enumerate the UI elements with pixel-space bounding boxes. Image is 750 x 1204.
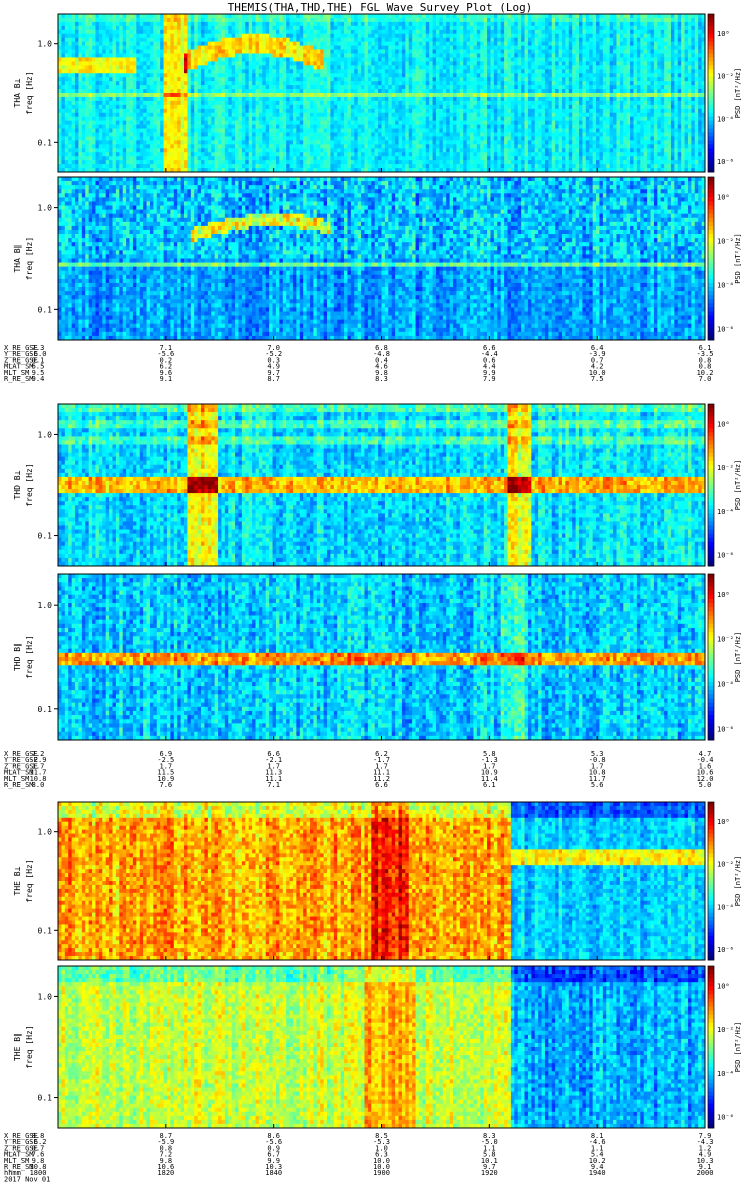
- freq-axis-label: freq [Hz]: [25, 635, 34, 678]
- ephemeris-value: 7.9: [483, 375, 496, 383]
- ephemeris-thd: X_RE_GSEY_RE_GSEZ_RE_GSEMLAT_SMMLT_SMR_R…: [4, 750, 713, 789]
- freq-tick-label: 1.0: [38, 204, 53, 213]
- freq-tick-label: 1.0: [38, 40, 53, 49]
- ephemeris-value: 9.4: [32, 375, 45, 383]
- ephemeris-value: 8.7: [267, 375, 280, 383]
- freq-axis-label: freq [Hz]: [25, 237, 34, 280]
- freq-tick-label: 1.0: [38, 601, 53, 610]
- colorbar-tick-label: 10⁻⁶: [717, 158, 734, 166]
- ephemeris-value: 7.5: [591, 375, 604, 383]
- ephemeris-value: 9.1: [160, 375, 173, 383]
- colorbar-tick-label: 10⁻⁴: [717, 282, 734, 290]
- ephemeris-value: 2000: [697, 1169, 714, 1177]
- spectrogram-panel-thd-par: 1.0 0.1 THD B∥freq [Hz] 10⁰ 10⁻² 10⁻⁴ 10⁻⁶ PSD …: [13, 574, 742, 740]
- ephemeris-value: 6.6: [375, 781, 388, 789]
- freq-tick-label: 0.1: [38, 926, 53, 935]
- colorbar-label: PSD [nT²/Hz]: [734, 68, 742, 119]
- freq-axis-label: freq [Hz]: [25, 71, 34, 114]
- ephemeris-value: 1800: [30, 1169, 47, 1177]
- panel-label: THA B∥: [13, 244, 22, 272]
- colorbar-tick-label: 10⁰: [717, 420, 730, 428]
- freq-tick-label: 0.1: [38, 532, 53, 541]
- freq-tick-label: 1.0: [38, 430, 53, 439]
- ephemeris-value: 5.0: [699, 781, 712, 789]
- ephemeris-value: 1820: [157, 1169, 174, 1177]
- ephemeris-value: 1920: [481, 1169, 498, 1177]
- colorbar-tick-label: 10⁻²: [717, 1026, 734, 1034]
- freq-tick-label: 0.1: [38, 138, 53, 147]
- freq-tick-label: 1.0: [38, 828, 53, 837]
- spectrogram-panel-tha-par: 1.0 0.1 THA B∥freq [Hz] 10⁰ 10⁻² 10⁻⁴ 10⁻⁶ PSD …: [13, 177, 742, 340]
- freq-tick-label: 0.1: [38, 305, 53, 314]
- colorbar-tick-label: 10⁻⁴: [717, 508, 734, 516]
- panel-label: THE B⊥: [13, 866, 22, 895]
- freq-axis-label: freq [Hz]: [25, 859, 34, 902]
- panel-label: THD B∥: [13, 643, 22, 671]
- colorbar-tick-label: 10⁻²: [717, 73, 734, 81]
- freq-axis-label: freq [Hz]: [25, 1025, 34, 1068]
- colorbar: 10⁰ 10⁻² 10⁻⁴ 10⁻⁶ PSD [nT²/Hz]: [708, 177, 742, 340]
- ephemeris-value: 1840: [265, 1169, 282, 1177]
- colorbar-label: PSD [nT²/Hz]: [734, 233, 742, 284]
- wave-survey-figure: THEMIS(THA,THD,THE) FGL Wave Survey Plot…: [0, 0, 750, 1200]
- colorbar-tick-label: 10⁻⁶: [717, 552, 734, 560]
- colorbar-tick-label: 10⁻⁴: [717, 115, 734, 123]
- colorbar-tick-label: 10⁻⁶: [717, 946, 734, 954]
- colorbar: 10⁰ 10⁻² 10⁻⁴ 10⁻⁶ PSD [nT²/Hz]: [708, 14, 742, 172]
- ephemeris-value: 1900: [373, 1169, 390, 1177]
- colorbar-tick-label: 10⁰: [717, 30, 730, 38]
- colorbar-tick-label: 10⁰: [717, 194, 730, 202]
- spectrogram-panel-tha-perp: 1.0 0.1 THA B⊥freq [Hz] 10⁰ 10⁻² 10⁻⁴ 10⁻⁶ PSD …: [13, 14, 742, 172]
- spectrogram-panel-the-par: 1.0 0.1 THE B∥freq [Hz] 10⁰ 10⁻² 10⁻⁴ 10⁻⁶ PSD …: [13, 966, 742, 1128]
- colorbar-tick-label: 10⁻²: [717, 636, 734, 644]
- spectrogram-figure-svg: THEMIS(THA,THD,THE) FGL Wave Survey Plot…: [0, 0, 750, 1200]
- colorbar-tick-label: 10⁰: [717, 818, 730, 826]
- colorbar-tick-label: 10⁻²: [717, 238, 734, 246]
- figure-title: THEMIS(THA,THD,THE) FGL Wave Survey Plot…: [228, 1, 533, 14]
- ephemeris-value: 8.3: [375, 375, 388, 383]
- ephemeris-value: 1940: [589, 1169, 606, 1177]
- ephemeris-the: X_RE_GSEY_RE_GSEZ_RE_GSEMLAT_SMMLT_SMR_R…: [4, 1132, 713, 1183]
- ephemeris-value: 7.1: [267, 781, 280, 789]
- colorbar-tick-label: 10⁻⁴: [717, 1070, 734, 1078]
- ephemeris-value: 5.6: [591, 781, 604, 789]
- colorbar-tick-label: 10⁻⁴: [717, 903, 734, 911]
- colorbar-label: PSD [nT²/Hz]: [734, 632, 742, 683]
- colorbar-label: PSD [nT²/Hz]: [734, 856, 742, 907]
- colorbar: 10⁰ 10⁻² 10⁻⁴ 10⁻⁶ PSD [nT²/Hz]: [708, 802, 742, 960]
- ephemeris-label: R_RE_SM: [4, 375, 34, 383]
- freq-tick-label: 0.1: [38, 1094, 53, 1103]
- colorbar-tick-label: 10⁻²: [717, 861, 734, 869]
- colorbar: 10⁰ 10⁻² 10⁻⁴ 10⁻⁶ PSD [nT²/Hz]: [708, 404, 742, 566]
- colorbar-tick-label: 10⁻²: [717, 464, 734, 472]
- ephemeris-tha: X_RE_GSEY_RE_GSEZ_RE_GSEMLAT_SMMLT_SMR_R…: [4, 344, 713, 383]
- colorbar: 10⁰ 10⁻² 10⁻⁴ 10⁻⁶ PSD [nT²/Hz]: [708, 966, 742, 1128]
- colorbar-tick-label: 10⁰: [717, 982, 730, 990]
- colorbar-label: PSD [nT²/Hz]: [734, 460, 742, 511]
- panel-label: THD B⊥: [13, 470, 22, 499]
- spectrogram-panel-thd-perp: 1.0 0.1 THD B⊥freq [Hz] 10⁰ 10⁻² 10⁻⁴ 10⁻⁶ PSD …: [13, 404, 742, 566]
- freq-tick-label: 1.0: [38, 992, 53, 1001]
- colorbar-tick-label: 10⁻⁶: [717, 1114, 734, 1122]
- colorbar: 10⁰ 10⁻² 10⁻⁴ 10⁻⁶ PSD [nT²/Hz]: [708, 574, 742, 740]
- colorbar-tick-label: 10⁻⁶: [717, 725, 734, 733]
- spectrogram-panel-the-perp: 1.0 0.1 THE B⊥freq [Hz] 10⁰ 10⁻² 10⁻⁴ 10⁻⁶ PSD …: [13, 802, 742, 960]
- freq-tick-label: 0.1: [38, 705, 53, 714]
- ephemeris-value: 6.1: [483, 781, 496, 789]
- colorbar-label: PSD [nT²/Hz]: [734, 1022, 742, 1073]
- ephemeris-value: 7.0: [699, 375, 712, 383]
- panel-label: THA B⊥: [13, 78, 22, 107]
- ephemeris-value: 7.6: [160, 781, 173, 789]
- panel-label: THE B∥: [13, 1033, 22, 1061]
- colorbar-tick-label: 10⁻⁶: [717, 326, 734, 334]
- colorbar-tick-label: 10⁰: [717, 591, 730, 599]
- colorbar-tick-label: 10⁻⁴: [717, 681, 734, 689]
- freq-axis-label: freq [Hz]: [25, 463, 34, 506]
- ephemeris-value: 8.0: [32, 781, 45, 789]
